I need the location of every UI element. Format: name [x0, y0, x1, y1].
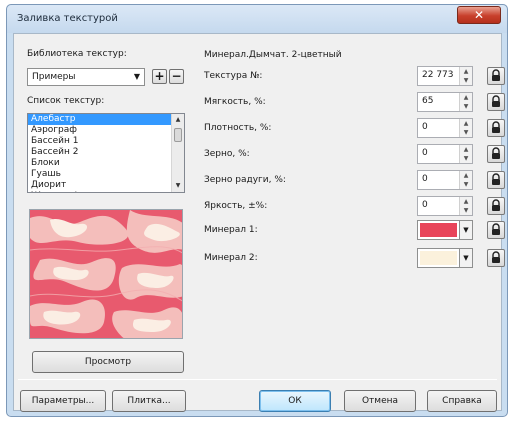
- lock-icon: [492, 173, 500, 185]
- param-value[interactable]: 0: [422, 122, 428, 132]
- list-scrollbar[interactable]: ▲ ▼: [171, 114, 184, 192]
- color-label: Минерал 2:: [204, 253, 258, 263]
- param-spinbox[interactable]: 65 ▲ ▼: [417, 92, 473, 112]
- help-button[interactable]: Справка: [427, 390, 497, 412]
- scroll-up-icon[interactable]: ▲: [172, 114, 184, 126]
- lock-button[interactable]: [487, 171, 505, 189]
- spin-arrows-icon[interactable]: ▲ ▼: [459, 93, 472, 111]
- tile-button[interactable]: Плитка...: [112, 390, 186, 412]
- lock-icon: [492, 223, 500, 235]
- close-button[interactable]: ✕: [457, 6, 501, 24]
- param-label: Зерно, %:: [204, 149, 250, 159]
- color-label: Минерал 1:: [204, 225, 258, 235]
- window-title: Заливка текстурой: [17, 13, 118, 24]
- library-select-value: Примеры: [32, 72, 76, 82]
- separator: [18, 379, 497, 380]
- preview-button[interactable]: Просмотр: [32, 351, 184, 373]
- minus-icon: −: [171, 69, 182, 83]
- param-value[interactable]: 0: [422, 174, 428, 184]
- param-spinbox[interactable]: 0 ▲ ▼: [417, 196, 473, 216]
- lock-button[interactable]: [487, 197, 505, 215]
- lock-icon: [492, 69, 500, 81]
- add-library-button[interactable]: +: [152, 69, 167, 84]
- spin-arrows-icon[interactable]: ▲ ▼: [459, 171, 472, 189]
- title-bar: Заливка текстурой ✕: [7, 5, 507, 33]
- texture-name: Минерал.Дымчат. 2-цветный: [204, 50, 342, 60]
- lock-button[interactable]: [487, 249, 505, 267]
- list-item[interactable]: Бассейн 2: [28, 147, 184, 158]
- list-item[interactable]: Бассейн 1: [28, 136, 184, 147]
- list-item[interactable]: Алебастр: [28, 114, 184, 125]
- chevron-down-icon[interactable]: ▼: [459, 249, 472, 267]
- lock-icon: [492, 251, 500, 263]
- texture-list[interactable]: Алебастр Аэрограф Бассейн 1 Бассейн 2 Блоки Г…: [27, 113, 185, 193]
- param-label: Мягкость, %:: [204, 97, 266, 107]
- library-select[interactable]: Примеры ▼: [27, 68, 145, 86]
- lock-icon: [492, 199, 500, 211]
- texture-preview-image: [30, 210, 182, 338]
- remove-library-button[interactable]: −: [169, 69, 184, 84]
- param-spinbox[interactable]: 0 ▲ ▼: [417, 118, 473, 138]
- spin-arrows-icon[interactable]: ▲ ▼: [459, 119, 472, 137]
- param-label: Яркость, ±%:: [204, 201, 268, 211]
- param-value[interactable]: 0: [422, 200, 428, 210]
- lock-icon: [492, 95, 500, 107]
- lock-button[interactable]: [487, 93, 505, 111]
- spin-arrows-icon[interactable]: ▲ ▼: [459, 197, 472, 215]
- scroll-down-icon[interactable]: ▼: [172, 180, 184, 192]
- texture-preview: [29, 209, 183, 339]
- dialog-body: Библиотека текстур: Примеры ▼ + − Список…: [13, 33, 505, 412]
- lock-button[interactable]: [487, 119, 505, 137]
- parameters-button[interactable]: Параметры...: [20, 390, 106, 412]
- lock-button[interactable]: [487, 221, 505, 239]
- color-picker[interactable]: ▼: [417, 248, 473, 268]
- param-value[interactable]: 65: [422, 96, 433, 106]
- list-item[interactable]: Аэрограф: [28, 125, 184, 136]
- param-spinbox[interactable]: 0 ▲ ▼: [417, 170, 473, 190]
- texture-fill-dialog: Заливка текстурой ✕ Библиотека текстур: …: [6, 4, 508, 417]
- texture-list-label: Список текстур:: [27, 96, 105, 106]
- param-spinbox[interactable]: 0 ▲ ▼: [417, 144, 473, 164]
- lock-button[interactable]: [487, 145, 505, 163]
- cancel-button[interactable]: Отмена: [344, 390, 416, 412]
- list-item[interactable]: Блоки: [28, 158, 184, 169]
- param-label: Текстура №:: [204, 71, 263, 81]
- color-picker[interactable]: ▼: [417, 220, 473, 240]
- list-item[interactable]: Гуашь: [28, 169, 184, 180]
- color-swatch: [420, 223, 457, 237]
- chevron-down-icon[interactable]: ▼: [459, 221, 472, 239]
- chevron-down-icon: ▼: [133, 72, 141, 81]
- plus-icon: +: [154, 69, 165, 83]
- list-item[interactable]: Жидкая фольга: [28, 191, 184, 192]
- library-label: Библиотека текстур:: [27, 49, 127, 59]
- param-value[interactable]: 0: [422, 148, 428, 158]
- list-item[interactable]: Диорит: [28, 180, 184, 191]
- lock-icon: [492, 147, 500, 159]
- param-value[interactable]: 22 773: [422, 70, 454, 80]
- lock-icon: [492, 121, 500, 133]
- spin-arrows-icon[interactable]: ▲ ▼: [459, 145, 472, 163]
- param-spinbox[interactable]: 22 773 ▲ ▼: [417, 66, 473, 86]
- color-swatch: [420, 251, 457, 265]
- ok-button[interactable]: ОК: [259, 390, 331, 412]
- param-label: Плотность, %:: [204, 123, 272, 133]
- param-label: Зерно радуги, %:: [204, 175, 286, 185]
- lock-button[interactable]: [487, 67, 505, 85]
- spin-arrows-icon[interactable]: ▲ ▼: [459, 67, 472, 85]
- scroll-thumb[interactable]: [174, 128, 182, 142]
